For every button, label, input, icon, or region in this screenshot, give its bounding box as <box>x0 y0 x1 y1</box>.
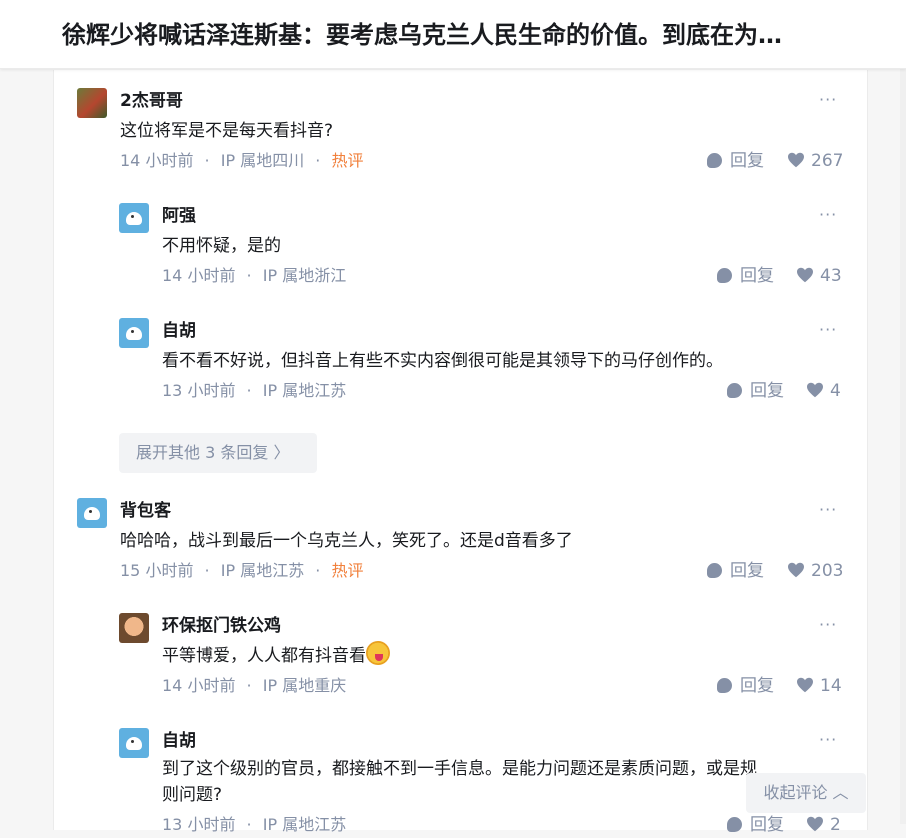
reply-button[interactable]: 回复 <box>717 265 774 287</box>
comment-author[interactable]: 自胡 <box>162 320 196 342</box>
comment-meta: 13 小时前 · IP 属地江苏 <box>162 815 347 834</box>
comment-author[interactable]: 环保抠门铁公鸡 <box>162 615 281 637</box>
comment-ip: IP 属地江苏 <box>220 561 305 580</box>
comment-ip: IP 属地江苏 <box>262 381 347 400</box>
heart-icon <box>788 152 804 168</box>
like-button[interactable]: 4 <box>806 380 841 402</box>
comment-text: 平等博爱，人人都有抖音看 <box>162 641 842 671</box>
comment-bubble-icon <box>717 268 732 283</box>
comment-author[interactable]: 自胡 <box>162 730 196 752</box>
reply-item: 自胡 ··· 看不看不好说，但抖音上有些不实内容倒很可能是其领导下的马仔创作的。… <box>119 318 842 418</box>
more-options-icon[interactable]: ··· <box>819 320 837 339</box>
comment-bubble-icon <box>727 817 742 832</box>
heart-icon <box>797 677 813 693</box>
reply-item: 阿强 ··· 不用怀疑，是的 14 小时前 · IP 属地浙江 回复 43 <box>119 203 842 303</box>
like-button[interactable]: 14 <box>796 675 842 697</box>
expand-replies-button[interactable]: 展开其他 3 条回复 〉 <box>119 433 317 473</box>
comment-text: 不用怀疑，是的 <box>162 236 281 256</box>
article-header: 徐辉少将喊话泽连斯基：要考虑乌克兰人民生命的价值。到底在为… <box>0 0 906 69</box>
more-options-icon[interactable]: ··· <box>819 500 837 519</box>
comment-time: 14 小时前 <box>162 266 236 285</box>
reply-item: 自胡 ··· 到了这个级别的官员，都接触不到一手信息。是能力问题还是素质问题，或… <box>119 728 842 838</box>
comment-author[interactable]: 阿强 <box>162 205 196 227</box>
reply-button[interactable]: 回复 <box>707 150 764 172</box>
comment-meta: 15 小时前 · IP 属地江苏 · 热评 <box>120 561 364 580</box>
comment-text: 哈哈哈，战斗到最后一个乌克兰人，笑死了。还是d音看多了 <box>120 531 573 551</box>
comment-ip: IP 属地江苏 <box>262 815 347 834</box>
comment-text: 这位将军是不是每天看抖音? <box>120 121 334 141</box>
avatar[interactable] <box>77 88 107 118</box>
like-button[interactable]: 2 <box>806 814 841 836</box>
hot-badge: 热评 <box>331 151 364 170</box>
comment-bubble-icon <box>727 383 742 398</box>
more-options-icon[interactable]: ··· <box>819 730 837 749</box>
like-button[interactable]: 267 <box>787 150 843 172</box>
comment-item: 背包客 ··· 哈哈哈，战斗到最后一个乌克兰人，笑死了。还是d音看多了 15 小… <box>77 498 843 598</box>
avatar[interactable] <box>119 203 149 233</box>
comment-meta: 14 小时前 · IP 属地重庆 <box>162 676 347 695</box>
collapse-comments-button[interactable]: 收起评论 ︿ <box>746 773 866 813</box>
comment-ip: IP 属地四川 <box>220 151 305 170</box>
reply-button[interactable]: 回复 <box>727 814 784 836</box>
heart-icon <box>807 816 823 832</box>
tongue-emoji-icon <box>366 641 390 665</box>
comment-time: 13 小时前 <box>162 815 236 834</box>
comment-bubble-icon <box>717 678 732 693</box>
scrollbar[interactable] <box>900 68 906 824</box>
avatar[interactable] <box>77 498 107 528</box>
comment-ip: IP 属地重庆 <box>262 676 347 695</box>
reply-button[interactable]: 回复 <box>707 560 764 582</box>
heart-icon <box>788 562 804 578</box>
comment-bubble-icon <box>707 153 722 168</box>
reply-item: 环保抠门铁公鸡 ··· 平等博爱，人人都有抖音看 14 小时前 · IP 属地重… <box>119 613 842 713</box>
comment-bubble-icon <box>707 563 722 578</box>
more-options-icon[interactable]: ··· <box>819 615 837 634</box>
hot-badge: 热评 <box>331 561 364 580</box>
reply-button[interactable]: 回复 <box>717 675 774 697</box>
heart-icon <box>797 267 813 283</box>
comment-time: 13 小时前 <box>162 381 236 400</box>
more-options-icon[interactable]: ··· <box>819 205 837 224</box>
avatar[interactable] <box>119 318 149 348</box>
comment-meta: 14 小时前 · IP 属地四川 · 热评 <box>120 151 364 170</box>
comment-author[interactable]: 2杰哥哥 <box>120 90 183 112</box>
heart-icon <box>807 382 823 398</box>
comment-time: 14 小时前 <box>120 151 194 170</box>
comment-author[interactable]: 背包客 <box>120 500 171 522</box>
comment-meta: 14 小时前 · IP 属地浙江 <box>162 266 347 285</box>
like-button[interactable]: 43 <box>796 265 842 287</box>
comment-text: 到了这个级别的官员，都接触不到一手信息。是能力问题还是素质问题，或是规则问题? <box>162 759 757 805</box>
like-button[interactable]: 203 <box>787 560 843 582</box>
avatar[interactable] <box>119 728 149 758</box>
comment-item: 2杰哥哥 ··· 这位将军是不是每天看抖音? 14 小时前 · IP 属地四川 … <box>77 88 843 188</box>
article-title[interactable]: 徐辉少将喊话泽连斯基：要考虑乌克兰人民生命的价值。到底在为… <box>62 18 892 52</box>
comment-ip: IP 属地浙江 <box>262 266 347 285</box>
more-options-icon[interactable]: ··· <box>819 90 837 109</box>
avatar[interactable] <box>119 613 149 643</box>
comment-meta: 13 小时前 · IP 属地江苏 <box>162 381 347 400</box>
comment-text: 看不看不好说，但抖音上有些不实内容倒很可能是其领导下的马仔创作的。 <box>162 351 723 371</box>
comment-time: 15 小时前 <box>120 561 194 580</box>
comment-time: 14 小时前 <box>162 676 236 695</box>
reply-button[interactable]: 回复 <box>727 380 784 402</box>
